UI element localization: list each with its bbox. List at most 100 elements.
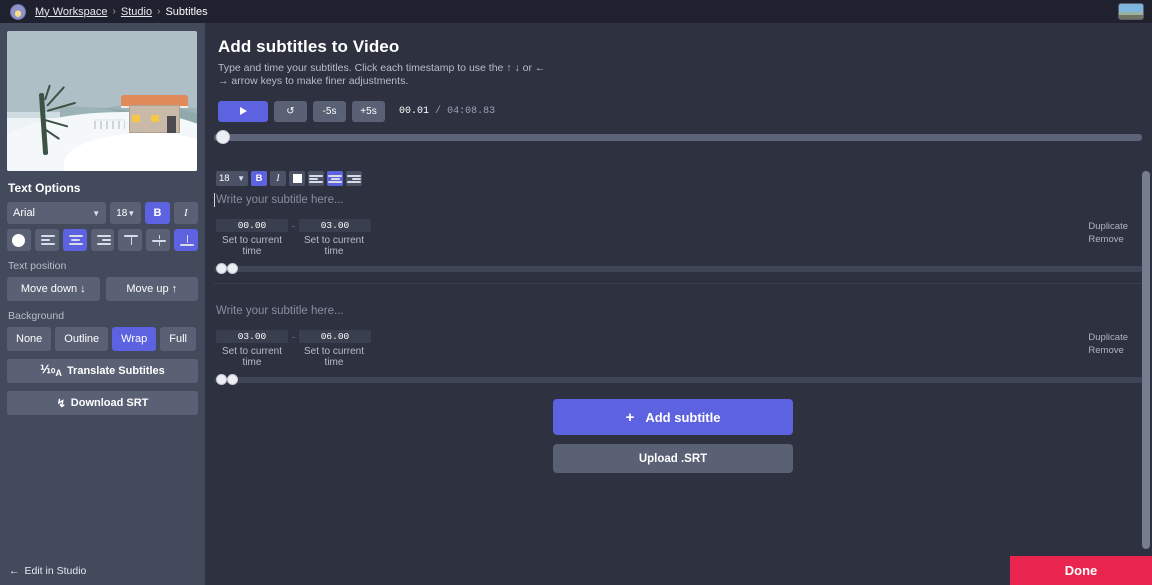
scrollbar[interactable] (1142, 165, 1150, 556)
plus-icon: + (626, 409, 635, 426)
align-right-icon[interactable] (91, 229, 115, 251)
top-bar: My Workspace › Studio › Subtitles (0, 0, 1152, 23)
align-center-icon[interactable] (327, 171, 343, 186)
user-avatar-icon[interactable] (10, 4, 26, 20)
duplicate-subtitle-link[interactable]: Duplicate (1088, 332, 1128, 343)
page-header: Add subtitles to Video Type and time you… (205, 23, 1152, 89)
bold-button[interactable]: B (145, 202, 169, 224)
start-time-input[interactable]: 03.00 (216, 330, 288, 343)
translate-subtitles-button[interactable]: ⅒A Translate Subtitles (7, 359, 198, 383)
subtitle-range-start-handle[interactable] (216, 263, 227, 274)
bold-button[interactable]: B (251, 171, 267, 186)
download-srt-label: Download SRT (71, 397, 149, 409)
timeline-scrubber[interactable] (214, 133, 1142, 142)
remove-subtitle-link[interactable]: Remove (1088, 234, 1128, 245)
vertical-align-middle-icon[interactable] (146, 229, 170, 251)
play-button[interactable] (218, 101, 268, 122)
player-controls: ↺ -5s +5s 00.01 / 04:08.83 (205, 89, 1152, 122)
background-option-wrap[interactable]: Wrap (112, 327, 156, 351)
background-option-outline[interactable]: Outline (55, 327, 108, 351)
text-caret (214, 193, 215, 207)
video-thumbnail-icon[interactable] (1118, 3, 1144, 20)
play-icon (240, 107, 247, 115)
format-toolbar: 18 ▼ B I (205, 171, 1152, 186)
page-title: Add subtitles to Video (218, 37, 1152, 57)
align-right-icon[interactable] (346, 171, 362, 186)
subtitle-text-input[interactable]: Write your subtitle here... (216, 194, 1141, 206)
breadcrumb-current: Subtitles (165, 6, 207, 18)
edit-in-studio-button[interactable]: ← Edit in Studio (0, 556, 205, 585)
timeline-handle[interactable] (216, 130, 230, 144)
remove-subtitle-link[interactable]: Remove (1088, 345, 1128, 356)
rewind-5s-button[interactable]: -5s (313, 101, 346, 122)
subtitle-actions: Duplicate Remove (1088, 332, 1128, 356)
align-center-icon[interactable] (63, 229, 87, 251)
move-up-button[interactable]: Move up ↑ (106, 277, 199, 301)
background-option-none[interactable]: None (7, 327, 51, 351)
subtitle-range-start-handle[interactable] (216, 374, 227, 385)
vertical-align-bottom-icon[interactable] (174, 229, 198, 251)
background-option-full[interactable]: Full (160, 327, 196, 351)
text-color-swatch-icon[interactable] (7, 229, 31, 251)
vertical-align-top-icon[interactable] (118, 229, 142, 251)
font-size-select[interactable]: 18 ▼ (110, 202, 141, 224)
font-family-select[interactable]: Arial ▼ (7, 202, 106, 224)
background-row: None Outline Wrap Full (7, 327, 198, 351)
breadcrumb-separator: › (113, 6, 116, 17)
italic-button[interactable]: I (174, 202, 198, 224)
end-time-input[interactable]: 06.00 (299, 330, 371, 343)
download-srt-button[interactable]: ↯ Download SRT (7, 391, 198, 415)
subtitle-text-input[interactable]: Write your subtitle here... (216, 305, 1141, 317)
set-time-row: Set to current time Set to current time (205, 235, 1152, 257)
font-family-value: Arial (13, 207, 35, 219)
align-left-icon[interactable] (35, 229, 59, 251)
page-description: Type and time your subtitles. Click each… (218, 62, 548, 89)
scrollbar-thumb[interactable] (1142, 171, 1150, 549)
start-time-input[interactable]: 00.00 (216, 219, 288, 232)
set-start-to-current-time[interactable]: Set to current time (216, 346, 288, 368)
arrow-left-icon: ← (9, 565, 20, 577)
set-end-to-current-time[interactable]: Set to current time (298, 235, 370, 257)
italic-button[interactable]: I (270, 171, 286, 186)
subtitle-placeholder: Write your subtitle here... (216, 305, 344, 317)
restart-button[interactable]: ↺ (274, 101, 307, 122)
house-door-icon (167, 116, 177, 133)
alignment-row (7, 229, 198, 251)
align-left-icon[interactable] (308, 171, 324, 186)
current-time: 00.01 (399, 106, 429, 117)
breadcrumb-studio[interactable]: Studio (121, 6, 152, 18)
set-start-to-current-time[interactable]: Set to current time (216, 235, 288, 257)
subtitle-range-track[interactable] (214, 266, 1143, 272)
breadcrumb: My Workspace › Studio › Subtitles (35, 6, 208, 18)
breadcrumb-workspace[interactable]: My Workspace (35, 6, 108, 18)
download-icon: ↯ (57, 397, 66, 410)
total-time: 04:08.83 (447, 106, 495, 117)
subtitle-range-slider[interactable] (214, 264, 1143, 273)
video-preview[interactable] (7, 31, 197, 171)
subtitle-list: 18 ▼ B I (205, 165, 1152, 556)
subtitle-range-end-handle[interactable] (227, 374, 238, 385)
font-row: Arial ▼ 18 ▼ B I (7, 202, 198, 224)
footer: ← Edit in Studio Done (0, 556, 1152, 585)
subtitle-placeholder: Write your subtitle here... (216, 194, 344, 206)
font-size-select[interactable]: 18 ▼ (216, 171, 248, 186)
duplicate-subtitle-link[interactable]: Duplicate (1088, 221, 1128, 232)
add-subtitle-label: Add subtitle (645, 410, 720, 425)
end-time-input[interactable]: 03.00 (299, 219, 371, 232)
add-subtitle-button[interactable]: + Add subtitle (553, 399, 793, 435)
forward-5s-button[interactable]: +5s (352, 101, 385, 122)
subtitle-range-end-handle[interactable] (227, 263, 238, 274)
set-time-row: Set to current time Set to current time (205, 346, 1152, 368)
timeline-track[interactable] (214, 134, 1142, 141)
subtitle-range-slider[interactable] (214, 375, 1143, 384)
subtitle-range-track[interactable] (214, 377, 1143, 383)
move-down-button[interactable]: Move down ↓ (7, 277, 100, 301)
add-actions: + Add subtitle Upload .SRT (553, 399, 793, 473)
set-end-to-current-time[interactable]: Set to current time (298, 346, 370, 368)
chevron-down-icon: ▼ (237, 174, 245, 183)
done-button[interactable]: Done (1010, 556, 1152, 585)
upload-srt-button[interactable]: Upload .SRT (553, 444, 793, 473)
font-size-value: 18 (116, 208, 127, 219)
text-color-swatch-icon[interactable] (289, 171, 305, 186)
restart-icon: ↺ (286, 106, 294, 117)
